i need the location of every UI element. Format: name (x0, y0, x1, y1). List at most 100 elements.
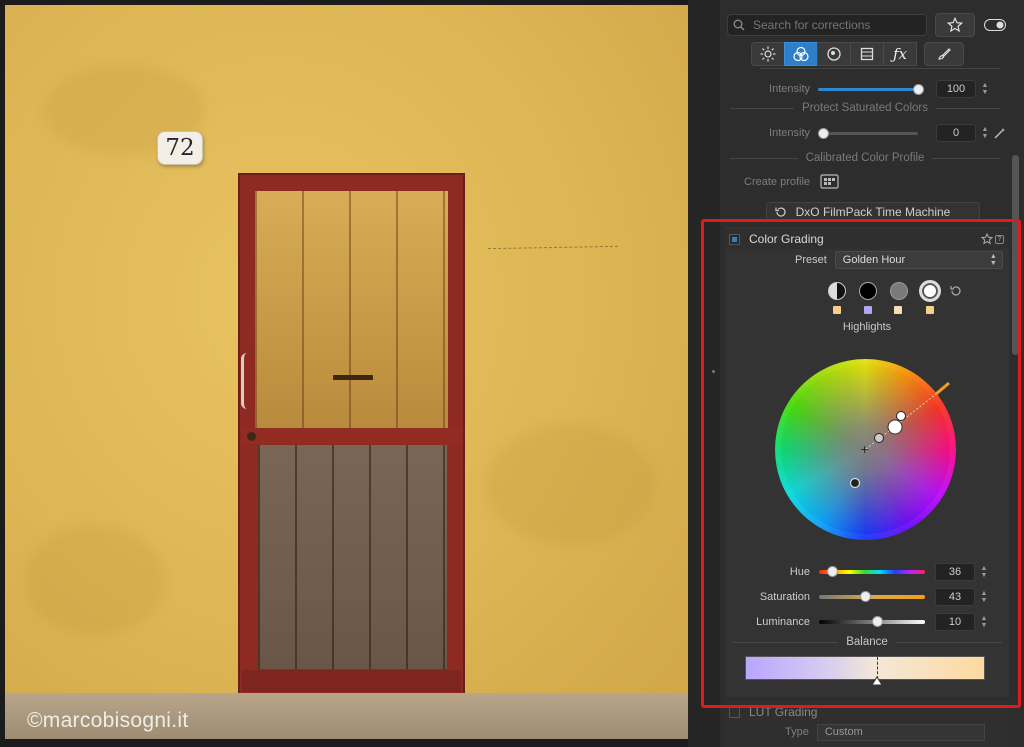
door-crossbar (242, 428, 461, 444)
lens-icon (827, 47, 841, 61)
toggle-switch[interactable] (977, 13, 1013, 37)
tone-highlights-button[interactable] (919, 280, 941, 302)
luminance-slider[interactable] (819, 616, 925, 627)
tone-midtones-button[interactable] (890, 282, 908, 300)
wall-stain (485, 425, 655, 545)
slider-thumb[interactable] (859, 591, 871, 602)
slider-thumb[interactable] (913, 83, 924, 95)
fx-icon: ƒx (892, 45, 907, 63)
section-title: Protect Saturated Colors (802, 102, 928, 114)
calibrated-profile-header[interactable]: Calibrated Color Profile (730, 152, 1000, 164)
preset-row: Preset Golden Hour ▲ ▼ (795, 251, 1003, 269)
search-icon (733, 19, 745, 31)
balance-slider[interactable] (745, 656, 985, 686)
preset-dropdown[interactable]: Golden Hour ▲ ▼ (834, 251, 1003, 269)
hue-value[interactable]: 36 (935, 563, 975, 581)
tone-swatch-highlights (926, 306, 934, 314)
stepper-arrows-icon[interactable]: ▲ ▼ (979, 615, 989, 629)
tone-shadows-button[interactable] (859, 282, 877, 300)
intensity-label: Intensity (769, 127, 810, 139)
color-grading-header[interactable]: Color Grading ? (725, 229, 1009, 249)
mail-slot (333, 375, 373, 380)
search-box[interactable] (727, 14, 927, 36)
tone-swatch-global (833, 306, 841, 314)
reset-icon[interactable] (949, 284, 963, 298)
photo-preview[interactable]: 72 ©marcobisogni.it (5, 5, 688, 739)
door-knob (247, 432, 256, 441)
stepper-arrows-icon[interactable]: ▲ ▼ (979, 565, 989, 579)
color-grading-title: Color Grading (749, 232, 824, 246)
enable-checkbox[interactable] (729, 706, 740, 718)
saturation-label: Saturation (759, 591, 810, 603)
slider-thumb[interactable] (826, 566, 838, 577)
brush-icon (938, 48, 951, 60)
corrections-panel: ƒx Intensity 100 ▲▼ Protect Saturated Co… (720, 0, 1024, 747)
wheel-overlay: + (849, 381, 950, 489)
balance-header: Balance (732, 636, 1002, 648)
balance-label: Balance (846, 636, 888, 648)
wall-stain (25, 525, 165, 635)
enable-checkbox[interactable] (729, 233, 740, 245)
sun-icon (760, 46, 776, 62)
history-icon (775, 207, 786, 217)
hue-row: Hue 36 ▲ ▼ (750, 563, 989, 581)
hue-handle (935, 381, 950, 396)
preset-label: Preset (795, 254, 827, 266)
magic-wand-icon[interactable] (993, 127, 1006, 140)
panel-scrollbar[interactable] (1012, 155, 1019, 355)
stepper-arrows-icon[interactable]: ▲ ▼ (980, 126, 990, 140)
rendering-intensity-value[interactable]: 100 (936, 80, 976, 98)
watermark: ©marcobisogni.it (27, 709, 189, 732)
tone-global-button[interactable] (828, 282, 846, 300)
star-icon (947, 17, 963, 33)
profile-icon[interactable] (820, 174, 840, 190)
hue-label: Hue (789, 566, 810, 578)
luminance-value[interactable]: 10 (935, 613, 975, 631)
saturation-row: Saturation 43 ▲ ▼ (750, 588, 989, 606)
divider-grip[interactable] (712, 370, 715, 373)
protect-intensity-slider[interactable] (818, 127, 918, 139)
rendering-intensity-row: Intensity 100 ▲ ▼ (750, 80, 1020, 98)
wheel-point-highlights (887, 419, 903, 435)
lut-grading-header[interactable]: LUT Grading (725, 704, 1009, 720)
saturation-value[interactable]: 43 (935, 588, 975, 606)
lut-type-value: Custom (824, 726, 863, 738)
wheel-center-mark: + (860, 443, 869, 456)
favorites-button[interactable] (935, 13, 975, 37)
protect-saturated-header[interactable]: Protect Saturated Colors (730, 102, 1000, 114)
protect-intensity-value[interactable]: 0 (936, 124, 976, 142)
panel-divider[interactable] (688, 0, 720, 747)
geometry-icon (860, 47, 874, 61)
create-profile-label: Create profile (744, 176, 811, 188)
luminance-row: Luminance 10 ▲ ▼ (750, 613, 989, 631)
section-title: Calibrated Color Profile (805, 152, 925, 164)
protect-intensity-row: Intensity 0 ▲ ▼ (750, 124, 1020, 142)
saturation-slider[interactable] (819, 591, 925, 602)
favorite-star-icon[interactable] (981, 233, 993, 245)
dropdown-arrows-icon: ▲ ▼ (989, 253, 997, 267)
hue-slider[interactable] (819, 566, 925, 577)
lut-grading-panel: LUT Grading Type Custom (725, 700, 1009, 747)
create-profile-row: Create profile (744, 173, 840, 191)
toggle-icon (984, 19, 1006, 31)
stepper-arrows-icon[interactable]: ▲ ▼ (980, 82, 990, 96)
tone-label: Highlights (842, 321, 892, 333)
wheel-point-shadows (849, 477, 861, 489)
type-label: Type (785, 726, 809, 738)
color-circles-icon (793, 46, 809, 62)
search-input[interactable] (753, 18, 913, 32)
preset-value: Golden Hour (842, 254, 906, 266)
rendering-intensity-slider[interactable] (818, 83, 924, 95)
door-upper-panel (255, 191, 448, 428)
balance-thumb[interactable] (870, 676, 883, 686)
door-lower-panel (258, 445, 447, 669)
tone-swatch-midtones (894, 306, 902, 314)
help-icon[interactable]: ? (995, 234, 1004, 244)
filmpack-time-machine-button[interactable]: DxO FilmPack Time Machine (766, 202, 980, 222)
slider-thumb[interactable] (818, 127, 829, 139)
stepper-arrows-icon[interactable]: ▲ ▼ (979, 590, 989, 604)
wall-crack (487, 245, 619, 251)
filmpack-label: DxO FilmPack Time Machine (795, 205, 951, 219)
slider-thumb[interactable] (872, 616, 884, 627)
lut-type-dropdown[interactable]: Custom (816, 723, 985, 741)
